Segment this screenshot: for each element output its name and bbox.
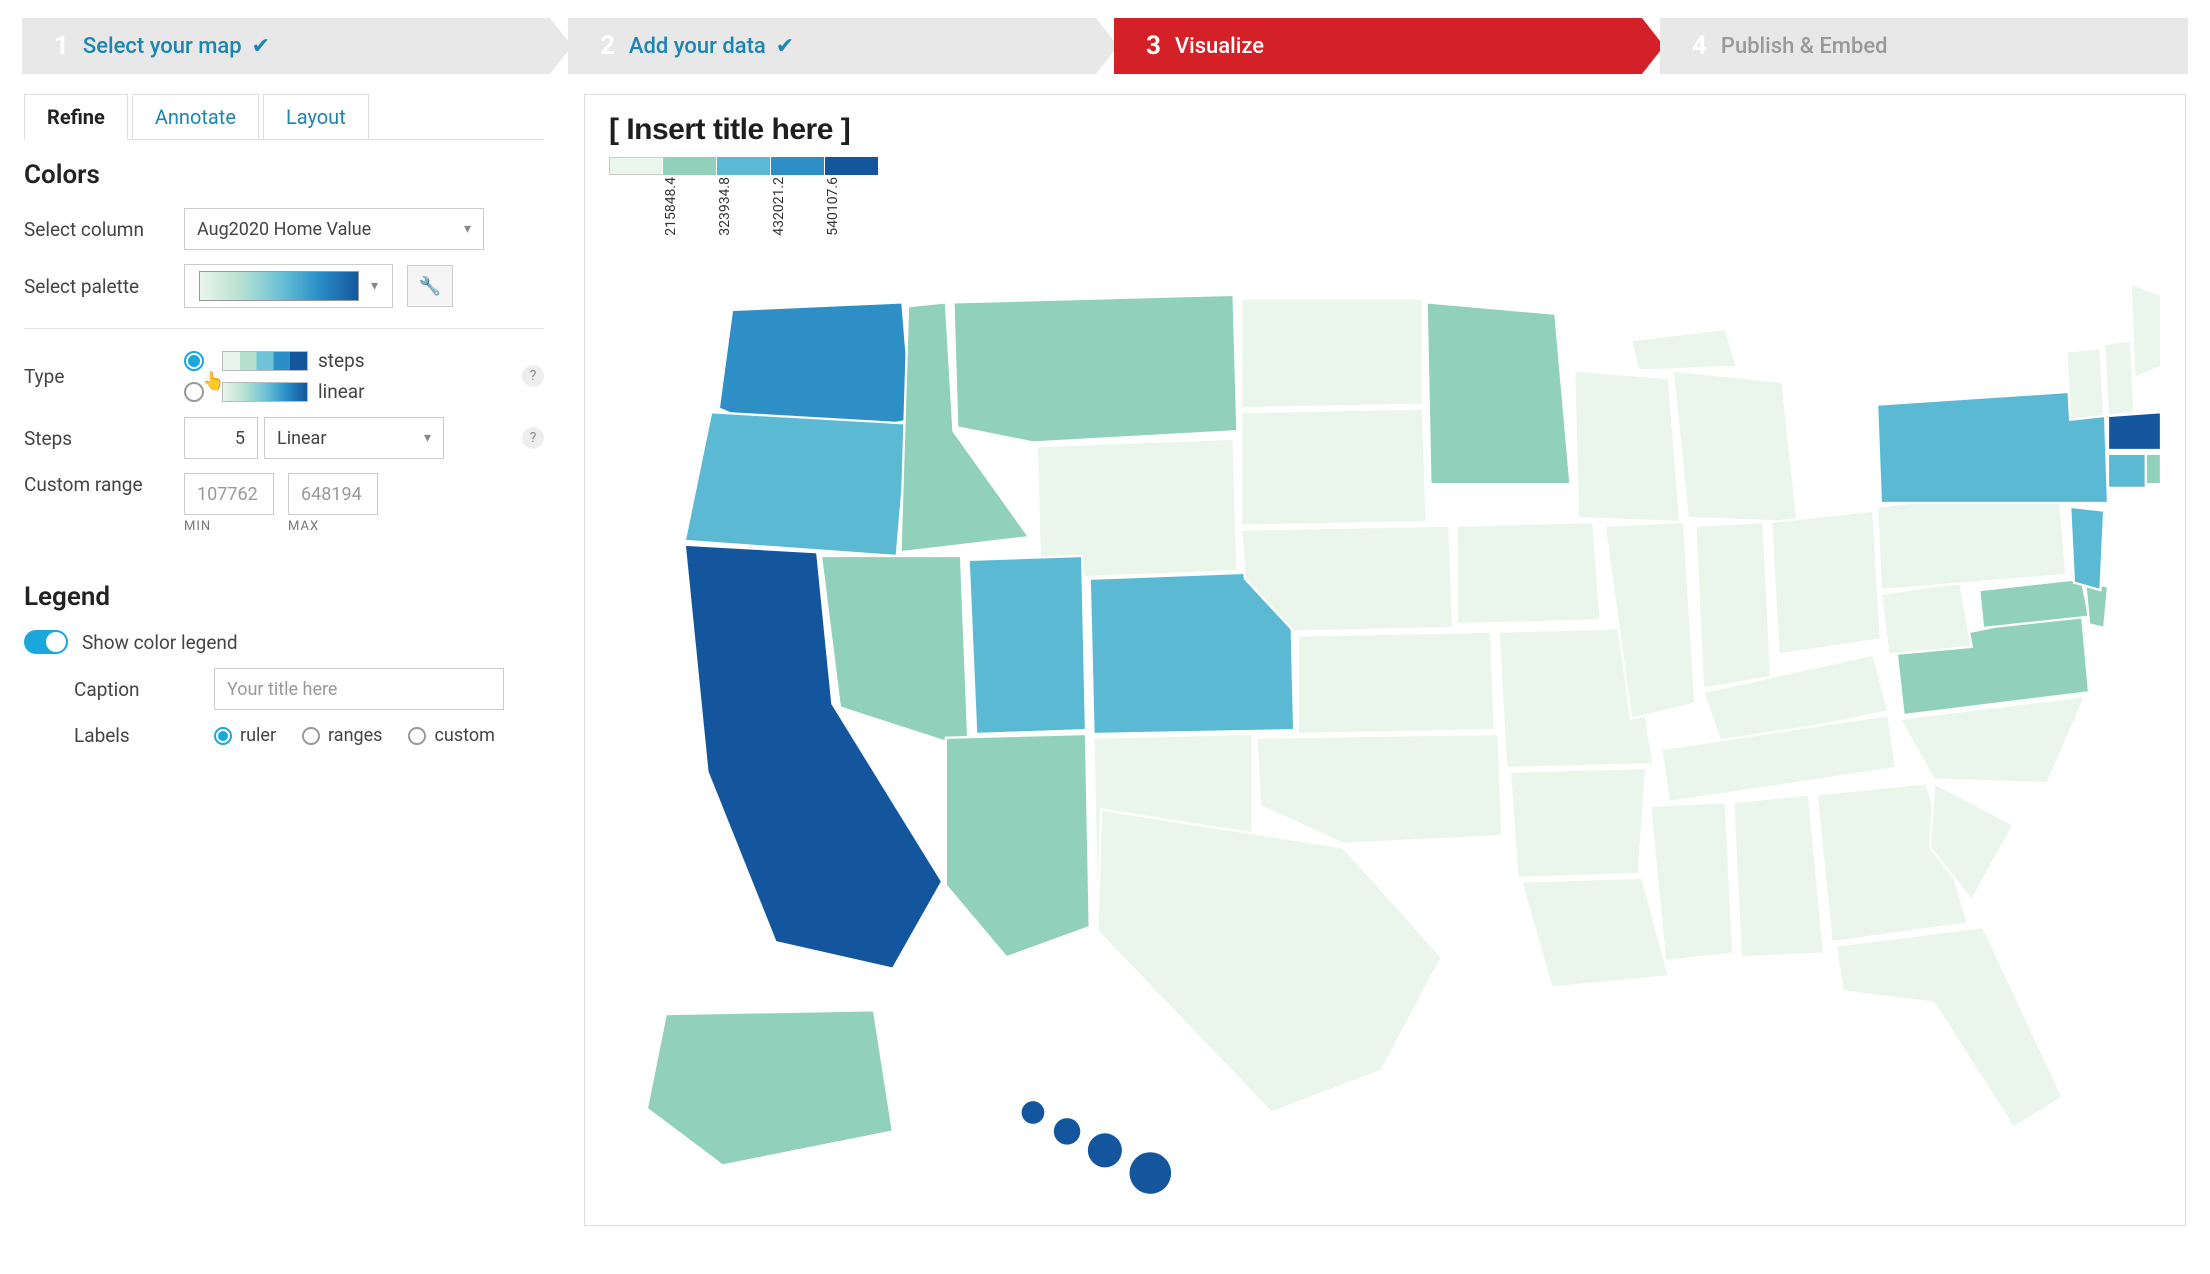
range-max-label: MAX	[288, 519, 378, 534]
caption-input[interactable]: Your title here	[214, 668, 504, 710]
palette-settings-button[interactable]: 🔧	[407, 265, 453, 307]
palette-swatch	[199, 271, 359, 301]
type-linear-radio[interactable]: linear	[184, 380, 365, 403]
chevron-down-icon: ▾	[371, 278, 378, 294]
legend-tick: 432021.2	[771, 177, 787, 236]
chevron-down-icon: ▾	[464, 221, 471, 237]
tab-refine[interactable]: Refine	[24, 94, 128, 140]
legend-swatch	[771, 157, 825, 175]
legend-swatch	[663, 157, 717, 175]
wizard-stepper: 1 Select your map ✔ 2 Add your data ✔ 3 …	[0, 0, 2210, 84]
legend-tick: 215848.4	[663, 177, 679, 236]
labels-custom-radio[interactable]: custom	[408, 725, 494, 746]
check-icon: ✔	[776, 34, 794, 59]
step-select-map[interactable]: 1 Select your map ✔	[22, 18, 550, 74]
custom-range-label: Custom range	[24, 473, 184, 497]
help-icon[interactable]: ?	[522, 365, 544, 387]
legend-tick: 323934.8	[717, 177, 733, 236]
select-palette-dropdown[interactable]: ▾	[184, 264, 393, 308]
select-column-label: Select column	[24, 218, 184, 241]
select-palette-label: Select palette	[24, 275, 184, 298]
help-icon[interactable]: ?	[522, 427, 544, 449]
tab-annotate[interactable]: Annotate	[132, 94, 259, 139]
show-legend-toggle[interactable]	[24, 630, 68, 654]
caption-label: Caption	[74, 678, 214, 701]
tab-layout[interactable]: Layout	[263, 94, 369, 139]
show-legend-label: Show color legend	[82, 631, 238, 654]
range-max-input[interactable]: 648194	[288, 473, 378, 515]
type-label: Type	[24, 365, 184, 388]
range-min-input[interactable]: 107762	[184, 473, 274, 515]
steps-count-input[interactable]: 5	[184, 417, 258, 459]
chart-title: [ Insert title here ]	[609, 113, 2161, 147]
colors-heading: Colors	[24, 160, 544, 190]
chevron-down-icon: ▾	[424, 430, 431, 446]
select-column-dropdown[interactable]: Aug2020 Home Value ▾	[184, 208, 484, 250]
step-visualize[interactable]: 3 Visualize	[1114, 18, 1642, 74]
us-map	[609, 257, 2161, 1203]
legend-swatch	[825, 157, 879, 175]
wrench-icon: 🔧	[419, 276, 441, 297]
radio-icon	[184, 351, 204, 371]
radio-icon	[302, 727, 320, 745]
legend-heading: Legend	[24, 582, 544, 612]
radio-icon	[214, 727, 232, 745]
labels-ruler-radio[interactable]: ruler	[214, 725, 276, 746]
steps-scale-dropdown[interactable]: Linear ▾	[264, 417, 444, 459]
labels-ranges-radio[interactable]: ranges	[302, 725, 382, 746]
legend-tick: 540107.6	[825, 177, 841, 236]
legend-swatch	[609, 157, 663, 175]
legend-swatch	[717, 157, 771, 175]
radio-icon	[408, 727, 426, 745]
step-publish[interactable]: 4 Publish & Embed	[1660, 18, 2188, 74]
steps-swatch	[222, 351, 308, 371]
linear-swatch	[222, 382, 308, 402]
check-icon: ✔	[252, 34, 270, 59]
labels-label: Labels	[74, 724, 214, 747]
range-min-label: MIN	[184, 519, 274, 534]
radio-icon	[184, 382, 204, 402]
step-add-data[interactable]: 2 Add your data ✔	[568, 18, 1096, 74]
color-legend: 215848.4 323934.8 432021.2 540107.6	[609, 157, 2161, 257]
panel-tabs: Refine Annotate Layout	[24, 94, 544, 140]
steps-label: Steps	[24, 427, 184, 450]
chart-preview: [ Insert title here ] 215848.4 323934.8 43…	[584, 94, 2186, 1226]
refine-panel: Refine Annotate Layout Colors Select col…	[24, 94, 544, 1226]
type-steps-radio[interactable]: steps	[184, 349, 365, 372]
